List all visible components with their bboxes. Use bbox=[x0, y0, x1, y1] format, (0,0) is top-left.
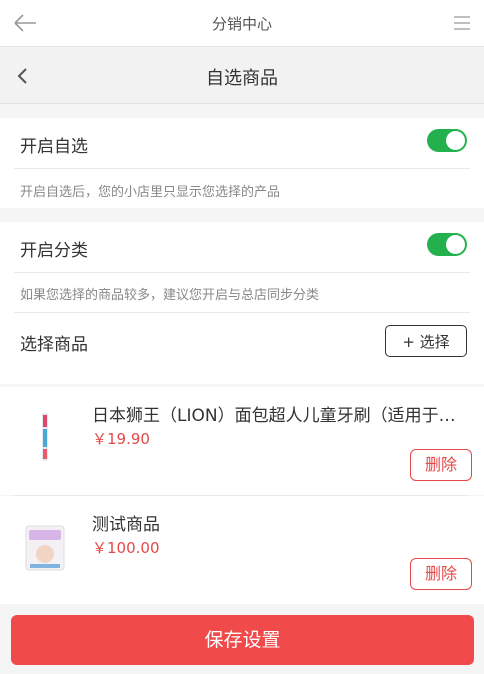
sub-header-title: 自选商品 bbox=[206, 68, 278, 89]
save-button[interactable]: 保存设置 bbox=[11, 615, 474, 665]
product-image bbox=[20, 409, 70, 465]
sub-header: 自选商品 bbox=[0, 48, 484, 104]
self-select-label: 开启自选 bbox=[20, 137, 88, 157]
self-select-toggle[interactable] bbox=[427, 129, 467, 152]
toggle-knob bbox=[446, 235, 465, 254]
delete-button[interactable]: 删除 bbox=[410, 558, 472, 590]
divider bbox=[14, 312, 470, 313]
top-bar: 分销中心 bbox=[0, 0, 484, 47]
product-price: ￥100.00 bbox=[92, 539, 160, 557]
category-description: 如果您选择的商品较多，建议您开启与总店同步分类 bbox=[20, 288, 320, 303]
product-name: 日本狮王（LION）面包超人儿童牙刷（适用于3-6岁） bbox=[92, 406, 464, 426]
product-price: ￥19.90 bbox=[92, 430, 150, 448]
toggle-knob bbox=[446, 131, 465, 150]
product-item: 测试商品 ￥100.00 删除 bbox=[0, 496, 484, 604]
delete-button[interactable]: 删除 bbox=[410, 449, 472, 481]
self-select-description: 开启自选后，您的小店里只显示您选择的产品 bbox=[20, 185, 281, 200]
category-toggle[interactable] bbox=[427, 233, 467, 256]
category-label: 开启分类 bbox=[20, 241, 88, 261]
self-select-section: 开启自选 开启自选后，您的小店里只显示您选择的产品 bbox=[0, 118, 484, 208]
category-section: 开启分类 如果您选择的商品较多，建议您开启与总店同步分类 选择商品 bbox=[0, 222, 484, 384]
select-products-label: 选择商品 bbox=[20, 335, 88, 355]
product-item: 日本狮王（LION）面包超人儿童牙刷（适用于3-6岁） ￥19.90 删除 bbox=[0, 387, 484, 495]
select-button[interactable]: + 选择 bbox=[385, 325, 467, 357]
product-image bbox=[20, 518, 70, 574]
hamburger-icon[interactable] bbox=[452, 13, 472, 33]
page-title: 分销中心 bbox=[211, 15, 272, 33]
product-name: 测试商品 bbox=[92, 515, 160, 535]
divider bbox=[14, 272, 470, 273]
divider bbox=[14, 168, 470, 169]
